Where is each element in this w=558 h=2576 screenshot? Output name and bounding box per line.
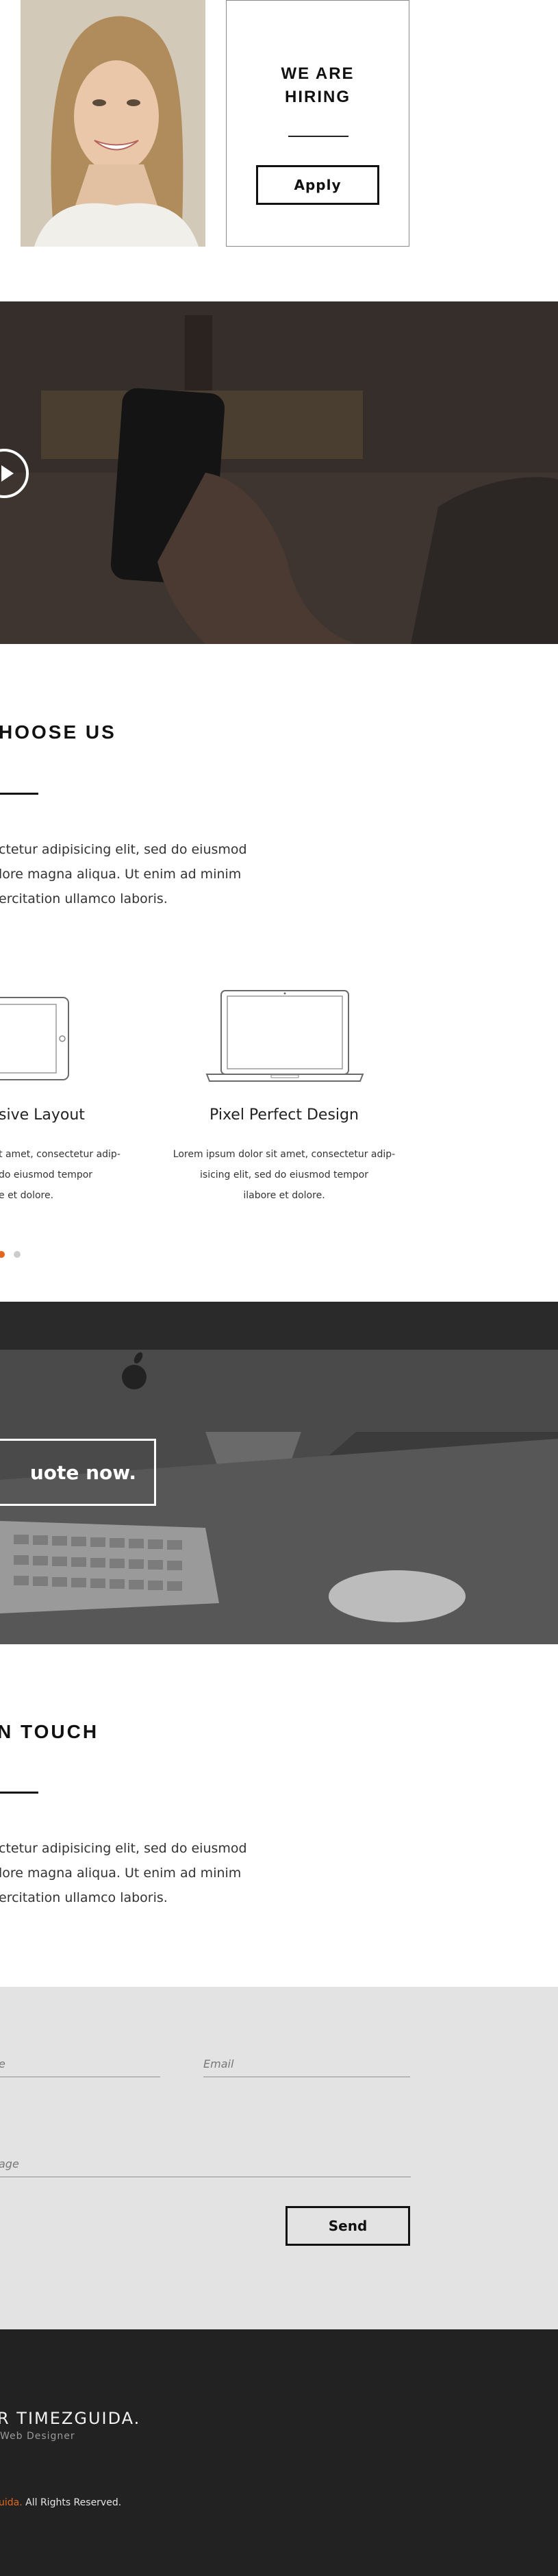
paragraph-line: lore magna aliqua. Ut enim ad minim	[0, 1866, 242, 1881]
paragraph-line: ercitation ullamco laboris.	[0, 891, 168, 906]
video-section	[0, 301, 558, 644]
portrait-image	[21, 0, 205, 247]
hiring-title: WE ARE HIRING	[227, 62, 409, 109]
message-input[interactable]	[0, 2151, 411, 2177]
laptop-icon	[204, 988, 366, 1087]
hiring-title-line1: WE ARE	[281, 64, 355, 83]
feature-title-pixel-perfect: Pixel Perfect Design	[210, 1106, 359, 1124]
get-in-touch-text: ctetur adipisicing elit, sed do eiusmod …	[0, 1836, 247, 1910]
footer	[0, 2329, 558, 2576]
name-input[interactable]	[0, 2051, 160, 2077]
team-member-photo	[21, 0, 205, 247]
why-choose-us-title: HOOSE US	[0, 721, 116, 743]
feature-text-line: ilabore et dolore.	[243, 1190, 325, 1201]
paragraph-line: ctetur adipisicing elit, sed do eiusmod	[0, 1841, 247, 1856]
paragraph-line: lore magna aliqua. Ut enim ad minim	[0, 867, 242, 882]
hiring-card: WE ARE HIRING Apply	[226, 0, 409, 247]
feature-text-pixel-perfect: Lorem ipsum dolor sit amet, consectetur …	[164, 1144, 404, 1206]
feature-text-line: e et dolore.	[0, 1190, 54, 1201]
hiring-divider	[288, 136, 348, 137]
tablet-icon	[0, 997, 70, 1085]
apply-button[interactable]: Apply	[256, 165, 379, 205]
footer-copyright-text: All Rights Reserved.	[25, 2497, 122, 2508]
feature-title-responsive: sive Layout	[0, 1106, 85, 1124]
feature-text-line: Lorem ipsum dolor sit amet, consectetur …	[173, 1149, 396, 1160]
feature-text-line: do eiusmod tempor	[0, 1169, 93, 1180]
footer-brand: R TIMEZGUIDA.	[0, 2409, 141, 2428]
feature-text-responsive: t amet, consectetur adip- do eiusmod tem…	[0, 1144, 121, 1206]
carousel-dot-active[interactable]	[0, 1251, 5, 1258]
why-choose-us-divider	[0, 793, 38, 795]
paragraph-line: ercitation ullamco laboris.	[0, 1890, 168, 1905]
feature-text-line: isicing elit, sed do eiusmod tempor	[200, 1169, 368, 1180]
email-input[interactable]	[203, 2051, 410, 2077]
get-in-touch-title: N TOUCH	[0, 1721, 99, 1742]
footer-subtitle: Web Designer	[0, 2431, 75, 2442]
paragraph-line: ctetur adipisicing elit, sed do eiusmod	[0, 842, 247, 857]
get-in-touch-divider	[0, 1792, 38, 1794]
carousel-dot[interactable]	[14, 1251, 21, 1258]
video-background	[0, 301, 558, 644]
why-choose-us-text: ctetur adipisicing elit, sed do eiusmod …	[0, 837, 247, 911]
send-button[interactable]: Send	[286, 2206, 410, 2246]
get-quote-button[interactable]: uote now.	[0, 1439, 156, 1506]
feature-text-line: t amet, consectetur adip-	[0, 1149, 121, 1160]
footer-copyright: uida. All Rights Reserved.	[0, 2497, 121, 2508]
hiring-title-line2: HIRING	[285, 88, 351, 106]
footer-copyright-brand[interactable]: uida.	[0, 2497, 23, 2508]
